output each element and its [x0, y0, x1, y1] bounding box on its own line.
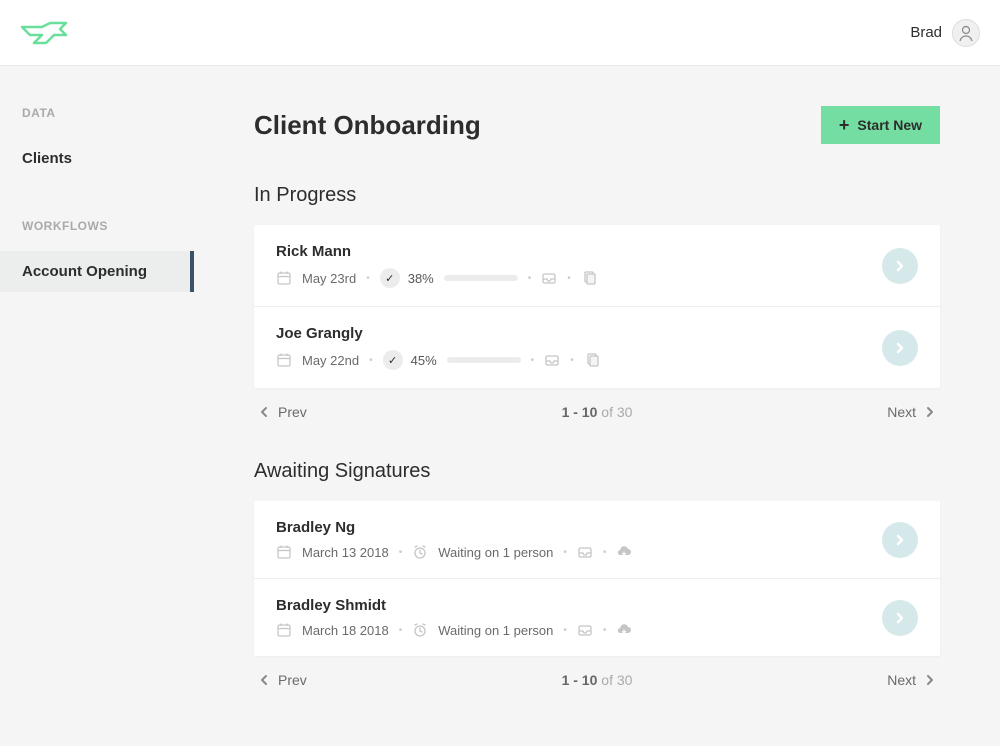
- row-date: May 23rd: [302, 271, 356, 286]
- separator-dot: •: [399, 547, 403, 558]
- chevron-left-icon: [258, 406, 270, 418]
- open-row-button[interactable]: [882, 248, 918, 284]
- document-icon: [581, 270, 597, 286]
- avatar: [952, 19, 980, 47]
- row-meta: May 23rd • ✓ 38% • •: [276, 268, 918, 288]
- start-new-label: Start New: [857, 117, 922, 133]
- section-awaiting: Awaiting Signatures Bradley Ng March 13 …: [254, 460, 940, 688]
- progress-bar: [444, 275, 518, 281]
- separator-dot: •: [366, 273, 370, 284]
- start-new-button[interactable]: + Start New: [821, 106, 940, 144]
- main-content: Client Onboarding + Start New In Progres…: [194, 66, 1000, 746]
- sidebar: DATA Clients WORKFLOWS Account Opening: [0, 66, 194, 746]
- separator-dot: •: [531, 355, 535, 366]
- next-label: Next: [887, 672, 916, 688]
- inbox-icon: [544, 352, 560, 368]
- row-date: March 18 2018: [302, 623, 389, 638]
- percent-value: 45%: [411, 353, 437, 368]
- document-icon: [584, 352, 600, 368]
- client-name: Bradley Shmidt: [276, 597, 918, 614]
- check-icon: ✓: [383, 350, 403, 370]
- row-status: Waiting on 1 person: [438, 545, 553, 560]
- sidebar-group-data: DATA: [0, 106, 194, 120]
- open-row-button[interactable]: [882, 522, 918, 558]
- user-menu[interactable]: Brad: [910, 19, 980, 47]
- awaiting-list: Bradley Ng March 13 2018 • Waiting on 1 …: [254, 501, 940, 656]
- separator-dot: •: [399, 625, 403, 636]
- separator-dot: •: [603, 547, 607, 558]
- prev-label: Prev: [278, 404, 307, 420]
- separator-dot: •: [567, 273, 571, 284]
- open-row-button[interactable]: [882, 330, 918, 366]
- section-title-in-progress: In Progress: [254, 184, 940, 207]
- calendar-icon: [276, 270, 292, 286]
- cloud-download-icon: [616, 544, 632, 560]
- client-name: Rick Mann: [276, 243, 918, 260]
- separator-dot: •: [369, 355, 373, 366]
- row-meta: March 13 2018 • Waiting on 1 person • •: [276, 544, 918, 560]
- client-name: Joe Grangly: [276, 325, 918, 342]
- prev-button[interactable]: Prev: [258, 404, 307, 420]
- sidebar-item-account-opening[interactable]: Account Opening: [0, 251, 194, 292]
- percent-badge: ✓ 45%: [383, 350, 437, 370]
- inbox-icon: [577, 622, 593, 638]
- pagination-range: 1 - 10 of 30: [562, 672, 633, 688]
- page-title: Client Onboarding: [254, 110, 481, 141]
- clock-icon: [412, 544, 428, 560]
- pagination-awaiting: Prev 1 - 10 of 30 Next: [254, 656, 940, 688]
- chevron-right-icon: [924, 406, 936, 418]
- check-icon: ✓: [380, 268, 400, 288]
- clock-icon: [412, 622, 428, 638]
- client-name: Bradley Ng: [276, 519, 918, 536]
- cloud-download-icon: [616, 622, 632, 638]
- sidebar-item-clients[interactable]: Clients: [0, 138, 194, 179]
- progress-bar: [447, 357, 521, 363]
- in-progress-list: Rick Mann May 23rd • ✓ 38% •: [254, 225, 940, 388]
- next-button[interactable]: Next: [887, 672, 936, 688]
- section-in-progress: In Progress Rick Mann May 23rd • ✓ 38%: [254, 184, 940, 420]
- prev-label: Prev: [278, 672, 307, 688]
- calendar-icon: [276, 622, 292, 638]
- row-meta: March 18 2018 • Waiting on 1 person • •: [276, 622, 918, 638]
- percent-value: 38%: [408, 271, 434, 286]
- calendar-icon: [276, 352, 292, 368]
- separator-dot: •: [528, 273, 532, 284]
- row-date: May 22nd: [302, 353, 359, 368]
- pagination-range: 1 - 10 of 30: [562, 404, 633, 420]
- open-row-button[interactable]: [882, 600, 918, 636]
- separator-dot: •: [570, 355, 574, 366]
- app-logo: [20, 19, 70, 47]
- next-button[interactable]: Next: [887, 404, 936, 420]
- list-item[interactable]: Rick Mann May 23rd • ✓ 38% •: [254, 225, 940, 307]
- prev-button[interactable]: Prev: [258, 672, 307, 688]
- list-item[interactable]: Joe Grangly May 22nd • ✓ 45% •: [254, 307, 940, 388]
- row-date: March 13 2018: [302, 545, 389, 560]
- separator-dot: •: [563, 625, 567, 636]
- separator-dot: •: [563, 547, 567, 558]
- page-header: Client Onboarding + Start New: [254, 106, 940, 144]
- list-item[interactable]: Bradley Shmidt March 18 2018 • Waiting o…: [254, 579, 940, 656]
- section-title-awaiting: Awaiting Signatures: [254, 460, 940, 483]
- row-meta: May 22nd • ✓ 45% • •: [276, 350, 918, 370]
- user-name: Brad: [910, 24, 942, 41]
- chevron-right-icon: [924, 674, 936, 686]
- plus-icon: +: [839, 116, 850, 134]
- inbox-icon: [541, 270, 557, 286]
- next-label: Next: [887, 404, 916, 420]
- sidebar-group-workflows: WORKFLOWS: [0, 219, 194, 233]
- percent-badge: ✓ 38%: [380, 268, 434, 288]
- calendar-icon: [276, 544, 292, 560]
- list-item[interactable]: Bradley Ng March 13 2018 • Waiting on 1 …: [254, 501, 940, 579]
- separator-dot: •: [603, 625, 607, 636]
- inbox-icon: [577, 544, 593, 560]
- chevron-left-icon: [258, 674, 270, 686]
- app-header: Brad: [0, 0, 1000, 66]
- pagination-in-progress: Prev 1 - 10 of 30 Next: [254, 388, 940, 420]
- row-status: Waiting on 1 person: [438, 623, 553, 638]
